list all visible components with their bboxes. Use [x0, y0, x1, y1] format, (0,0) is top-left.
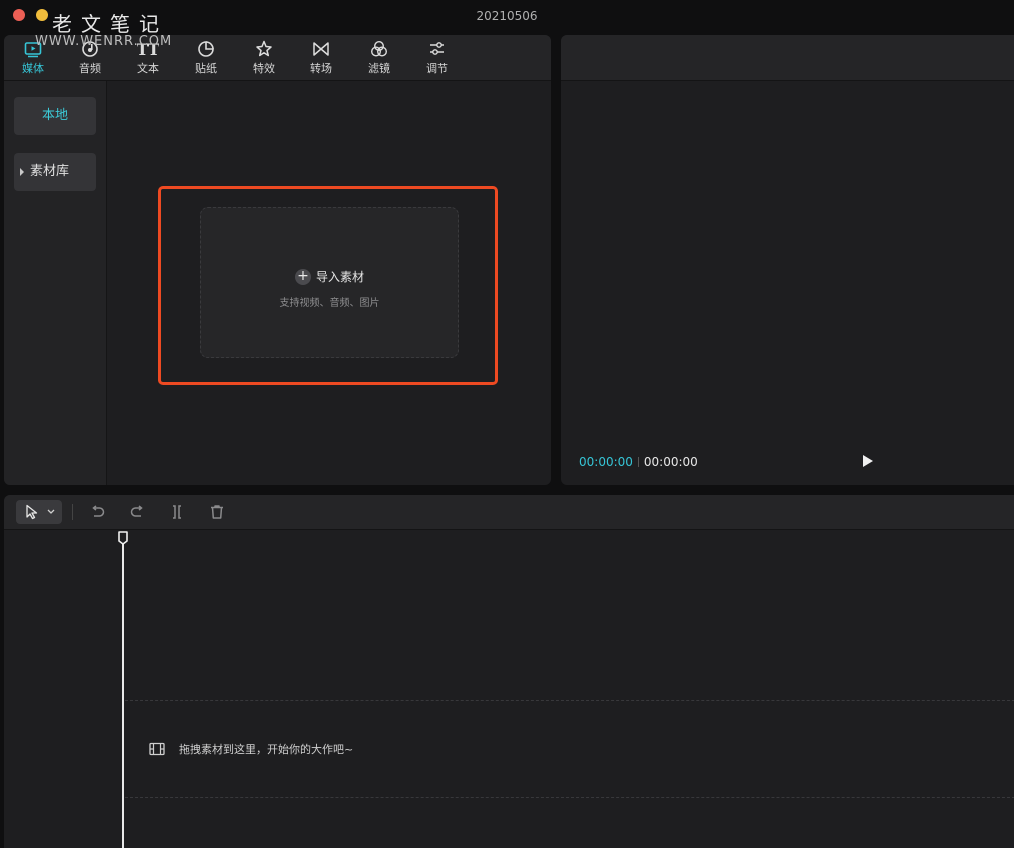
total-time: 00:00:00 [643, 455, 698, 469]
split-icon[interactable] [168, 503, 186, 521]
tab-text-label: 文本 [137, 62, 159, 75]
media-sidebar: 本地 素材库 [4, 81, 107, 485]
player-panel: 00:00:00 00:00:00 [561, 35, 1014, 485]
expand-arrow-icon [20, 168, 24, 176]
play-icon[interactable] [863, 455, 873, 467]
playhead-line[interactable] [122, 539, 124, 848]
tab-adjust[interactable]: 调节 [412, 39, 462, 77]
toolbar-divider [72, 504, 73, 520]
tab-sticker-label: 贴纸 [195, 62, 217, 75]
tab-media-label: 媒体 [22, 62, 44, 75]
timecode: 00:00:00 00:00:00 [579, 455, 698, 469]
delete-icon[interactable] [208, 503, 226, 521]
select-tool-dropdown[interactable] [16, 500, 62, 524]
timeline-panel: 拖拽素材到这里，开始你的大作吧~ [4, 495, 1014, 848]
window-title: 20210506 [0, 9, 1014, 23]
project-name: 20210506 [476, 9, 538, 23]
adjust-icon [430, 42, 444, 55]
player-header [561, 35, 1014, 81]
tab-effects-label: 特效 [253, 62, 275, 75]
import-dropzone[interactable]: + 导入素材 支持视频、音频、图片 [200, 207, 459, 358]
tab-transition[interactable]: 转场 [296, 39, 346, 77]
tab-audio-label: 音频 [79, 62, 101, 75]
timeline-track-dropzone[interactable]: 拖拽素材到这里，开始你的大作吧~ [125, 700, 1014, 798]
playhead-handle[interactable] [118, 531, 128, 545]
timeline-toolbar [4, 495, 1014, 530]
tab-filter-label: 滤镜 [368, 62, 390, 75]
undo-icon[interactable] [89, 503, 107, 521]
filter-icon [370, 40, 388, 57]
media-panel: 媒体 音频 TT 文本 贴纸 特效 转场 滤镜 调节 本地 素材库 + 导入素材… [4, 35, 551, 485]
film-icon [149, 742, 165, 756]
import-label: 导入素材 [315, 270, 364, 284]
transition-icon [313, 42, 329, 56]
cursor-icon [26, 504, 38, 520]
watermark-url: WWW.WENRR.COM [35, 34, 173, 49]
sidebar-item-library[interactable]: 素材库 [14, 153, 96, 191]
plus-icon: + [294, 268, 311, 285]
sidebar-item-local[interactable]: 本地 [14, 97, 96, 135]
tab-adjust-label: 调节 [426, 62, 448, 75]
track-hint-text: 拖拽素材到这里，开始你的大作吧~ [179, 743, 354, 756]
tab-sticker[interactable]: 贴纸 [181, 39, 231, 77]
current-time: 00:00:00 [579, 455, 633, 469]
tab-transition-label: 转场 [310, 62, 332, 75]
sticker-icon [198, 41, 214, 57]
title-bar: 老文笔记 20210506 [0, 0, 1014, 36]
redo-icon[interactable] [128, 503, 146, 521]
track-hint: 拖拽素材到这里，开始你的大作吧~ [149, 741, 353, 757]
tab-effects[interactable]: 特效 [239, 39, 289, 77]
effects-icon [256, 40, 272, 57]
chevron-down-icon [47, 509, 55, 514]
sidebar-item-library-label: 素材库 [30, 164, 70, 179]
timecode-divider [637, 457, 639, 467]
import-button[interactable]: + 导入素材 [201, 268, 458, 285]
tab-filter[interactable]: 滤镜 [354, 39, 404, 77]
import-hint: 支持视频、音频、图片 [279, 298, 380, 309]
